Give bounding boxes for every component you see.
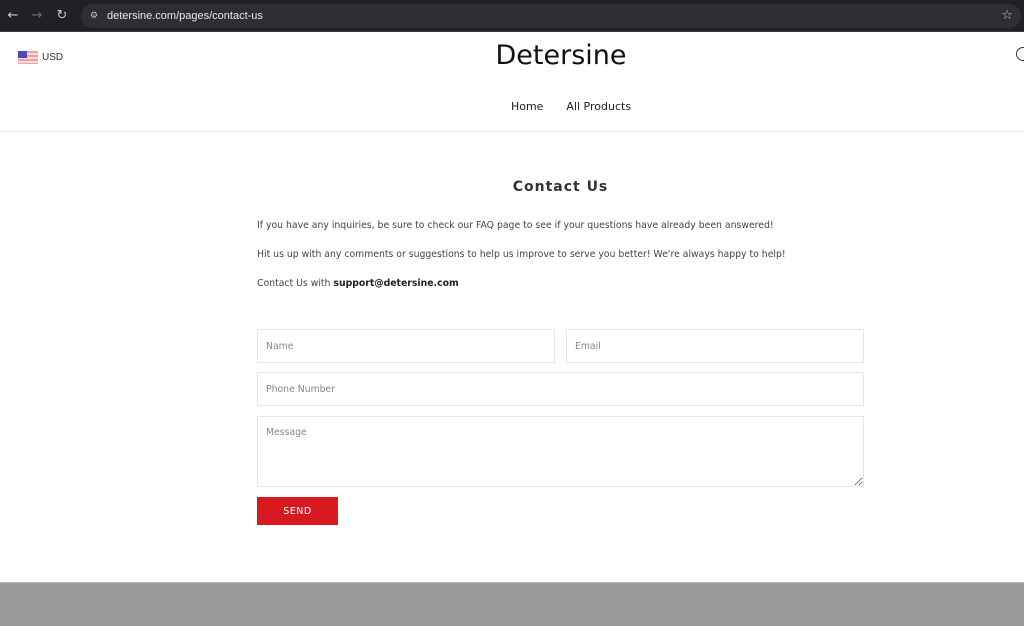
brand-logo[interactable]: Detersine (0, 40, 1024, 71)
feedback-paragraph: Hit us up with any comments or suggestio… (257, 249, 786, 260)
header-divider (0, 131, 1024, 132)
site-info-icon[interactable]: ⚙ (87, 9, 101, 23)
send-button[interactable]: SEND (257, 497, 338, 525)
name-input[interactable] (257, 329, 555, 363)
main-nav: Home All Products (0, 100, 1024, 113)
nav-all-products[interactable]: All Products (566, 100, 631, 113)
message-textarea[interactable] (257, 416, 864, 487)
contact-email-paragraph: Contact Us with support@detersine.com (257, 278, 459, 289)
forward-arrow-icon[interactable]: → (28, 7, 46, 25)
support-email-link[interactable]: support@detersine.com (333, 278, 458, 289)
page-title: Contact Us (512, 179, 609, 195)
email-input[interactable] (566, 329, 864, 363)
bookmark-star-icon[interactable]: ☆ (1001, 7, 1013, 25)
browser-toolbar: ← → ↻ ⚙ detersine.com/pages/contact-us ☆ (0, 0, 1024, 32)
contact-email-prefix: Contact Us with (257, 278, 334, 289)
back-arrow-icon[interactable]: ← (4, 7, 22, 25)
reload-icon[interactable]: ↻ (53, 7, 71, 25)
nav-home[interactable]: Home (511, 100, 543, 113)
faq-paragraph: If you have any inquiries, be sure to ch… (257, 220, 774, 231)
phone-input[interactable] (257, 372, 864, 406)
address-bar[interactable]: ⚙ detersine.com/pages/contact-us ☆ (81, 4, 1021, 28)
footer (0, 582, 1024, 626)
url-text[interactable]: detersine.com/pages/contact-us (107, 8, 263, 24)
